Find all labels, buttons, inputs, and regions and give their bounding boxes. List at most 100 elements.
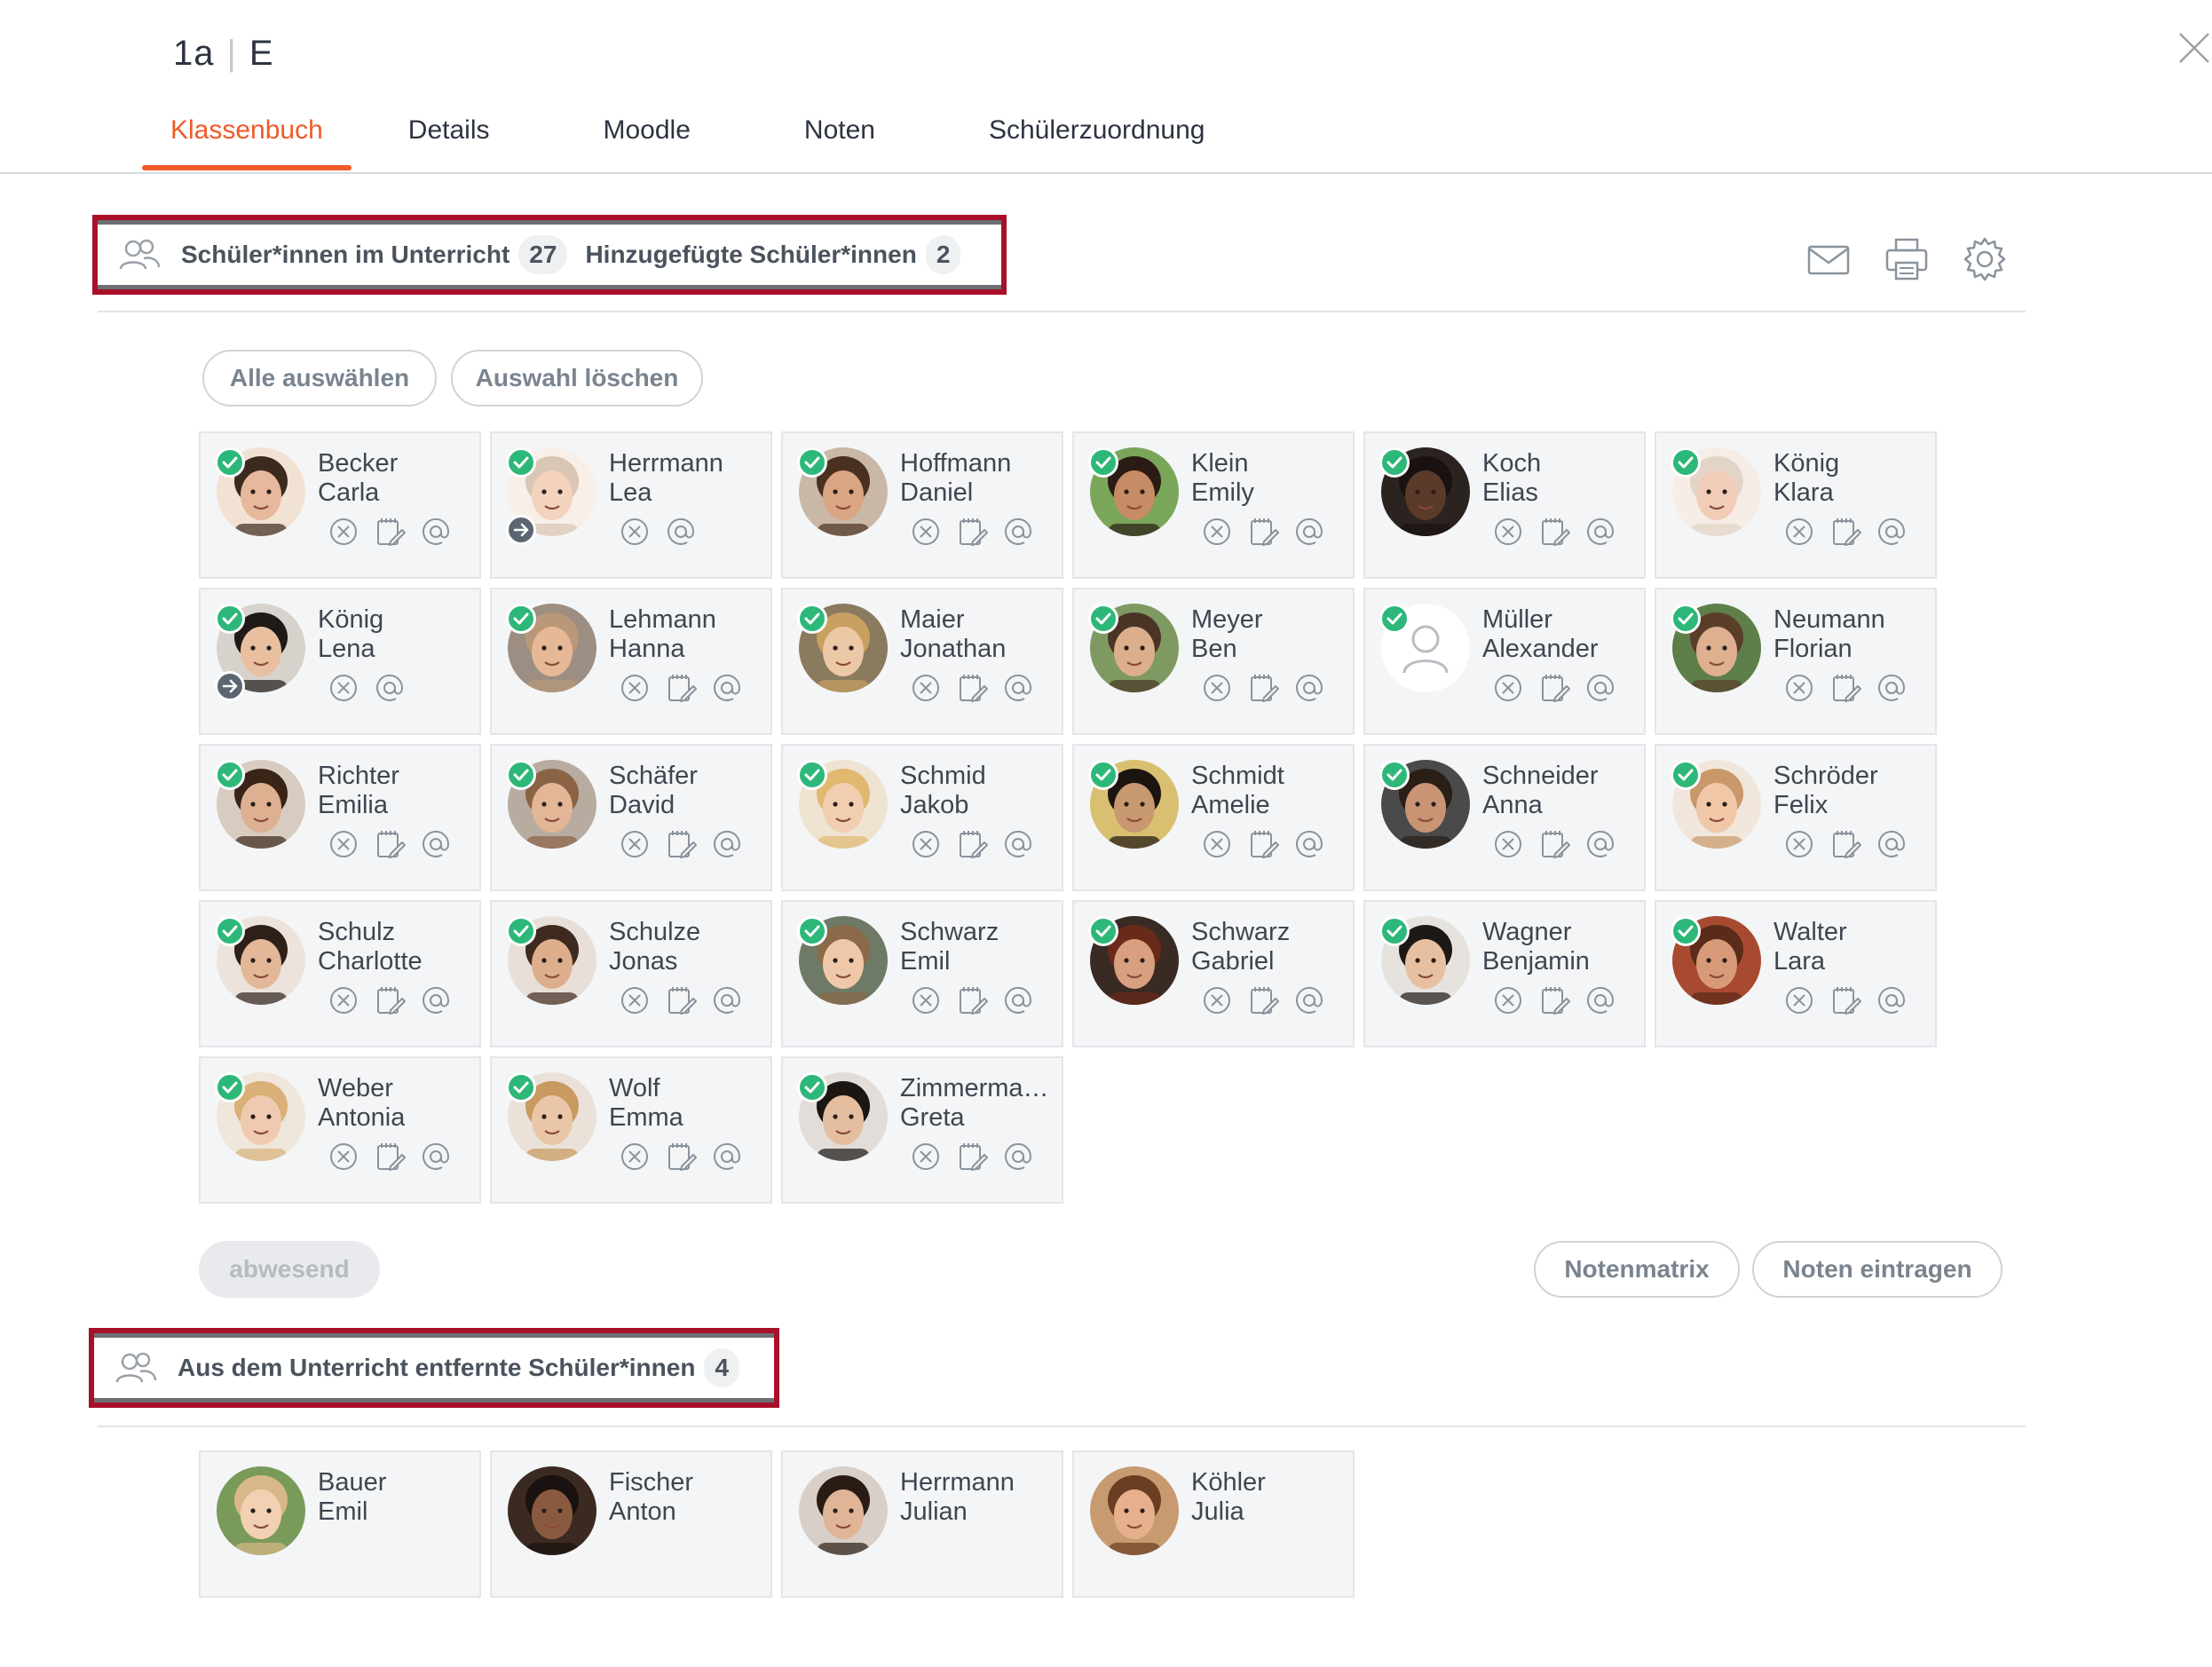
check-icon[interactable] — [797, 447, 827, 478]
notebook-edit-icon[interactable] — [1246, 515, 1280, 549]
check-icon[interactable] — [215, 760, 245, 790]
notebook-edit-icon[interactable] — [373, 515, 407, 549]
check-icon[interactable] — [1088, 916, 1118, 946]
student-card[interactable]: Schmidt Amelie — [1072, 744, 1355, 891]
close-icon[interactable] — [2176, 30, 2212, 66]
email-at-icon[interactable] — [1875, 515, 1908, 549]
select-all-button[interactable]: Alle auswählen — [202, 350, 437, 407]
student-card[interactable]: König Klara — [1655, 431, 1937, 579]
student-card[interactable]: Herrmann Lea — [490, 431, 772, 579]
check-icon[interactable] — [506, 1072, 536, 1102]
check-icon[interactable] — [1671, 760, 1701, 790]
check-icon[interactable] — [1088, 604, 1118, 634]
absent-icon[interactable] — [1782, 671, 1816, 705]
added-students-label[interactable]: Hinzugefügte Schüler*innen — [585, 241, 916, 269]
tab-noten[interactable]: Noten — [776, 115, 904, 170]
student-card[interactable]: Schäfer David — [490, 744, 772, 891]
student-card[interactable]: Hoffmann Daniel — [781, 431, 1063, 579]
notebook-edit-icon[interactable] — [955, 984, 989, 1017]
student-card[interactable]: Maier Jonathan — [781, 588, 1063, 735]
student-card[interactable]: Schmid Jakob — [781, 744, 1063, 891]
absent-icon[interactable] — [1782, 827, 1816, 861]
notebook-edit-icon[interactable] — [955, 1140, 989, 1173]
notebook-edit-icon[interactable] — [1537, 515, 1571, 549]
check-icon[interactable] — [1671, 447, 1701, 478]
student-card[interactable]: Fischer Anton — [490, 1450, 772, 1598]
email-at-icon[interactable] — [1584, 515, 1617, 549]
student-card[interactable]: Wagner Benjamin — [1363, 900, 1646, 1047]
check-icon[interactable] — [215, 916, 245, 946]
email-at-icon[interactable] — [1292, 515, 1326, 549]
absent-icon[interactable] — [1491, 984, 1525, 1017]
notebook-edit-icon[interactable] — [373, 1140, 407, 1173]
absent-icon[interactable] — [1782, 984, 1816, 1017]
student-card[interactable]: Lehmann Hanna — [490, 588, 772, 735]
check-icon[interactable] — [506, 760, 536, 790]
student-card[interactable]: Schneider Anna — [1363, 744, 1646, 891]
notebook-edit-icon[interactable] — [1246, 827, 1280, 861]
check-icon[interactable] — [797, 916, 827, 946]
email-at-icon[interactable] — [1875, 984, 1908, 1017]
clear-selection-button[interactable]: Auswahl löschen — [451, 350, 703, 407]
email-at-icon[interactable] — [1875, 827, 1908, 861]
email-at-icon[interactable] — [419, 984, 453, 1017]
notebook-edit-icon[interactable] — [1537, 984, 1571, 1017]
check-icon[interactable] — [506, 447, 536, 478]
email-at-icon[interactable] — [1292, 984, 1326, 1017]
absent-icon[interactable] — [327, 515, 360, 549]
absent-button[interactable]: abwesend — [199, 1241, 380, 1298]
grade-matrix-button[interactable]: Notenmatrix — [1534, 1241, 1740, 1298]
notebook-edit-icon[interactable] — [664, 827, 698, 861]
student-card[interactable]: Bauer Emil — [199, 1450, 481, 1598]
student-card[interactable]: Schwarz Emil — [781, 900, 1063, 1047]
student-card[interactable]: Zimmerma… Greta — [781, 1056, 1063, 1204]
email-at-icon[interactable] — [664, 515, 698, 549]
notebook-edit-icon[interactable] — [1246, 671, 1280, 705]
student-card[interactable]: Schulz Charlotte — [199, 900, 481, 1047]
notebook-edit-icon[interactable] — [664, 671, 698, 705]
check-icon[interactable] — [1379, 916, 1410, 946]
absent-icon[interactable] — [618, 1140, 652, 1173]
absent-icon[interactable] — [1782, 515, 1816, 549]
notebook-edit-icon[interactable] — [1829, 671, 1862, 705]
notebook-edit-icon[interactable] — [1829, 984, 1862, 1017]
notebook-edit-icon[interactable] — [1537, 671, 1571, 705]
notebook-edit-icon[interactable] — [955, 827, 989, 861]
notebook-edit-icon[interactable] — [664, 1140, 698, 1173]
student-card[interactable]: Meyer Ben — [1072, 588, 1355, 735]
email-at-icon[interactable] — [1001, 515, 1035, 549]
check-icon[interactable] — [797, 604, 827, 634]
email-at-icon[interactable] — [1584, 671, 1617, 705]
email-at-icon[interactable] — [419, 515, 453, 549]
email-at-icon[interactable] — [419, 827, 453, 861]
student-card[interactable]: Müller Alexander — [1363, 588, 1646, 735]
student-card[interactable]: Becker Carla — [199, 431, 481, 579]
tab-sch-lerzuordnung[interactable]: Schülerzuordnung — [960, 115, 1234, 170]
email-at-icon[interactable] — [373, 671, 407, 705]
absent-icon[interactable] — [909, 515, 943, 549]
notebook-edit-icon[interactable] — [664, 984, 698, 1017]
notebook-edit-icon[interactable] — [1829, 827, 1862, 861]
email-at-icon[interactable] — [1001, 1140, 1035, 1173]
email-at-icon[interactable] — [1292, 671, 1326, 705]
student-card[interactable]: Koch Elias — [1363, 431, 1646, 579]
check-icon[interactable] — [215, 604, 245, 634]
email-at-icon[interactable] — [1001, 984, 1035, 1017]
email-at-icon[interactable] — [710, 1140, 744, 1173]
tab-klassenbuch[interactable]: Klassenbuch — [142, 115, 352, 170]
email-at-icon[interactable] — [710, 827, 744, 861]
check-icon[interactable] — [797, 760, 827, 790]
check-icon[interactable] — [1671, 916, 1701, 946]
student-card[interactable]: Neumann Florian — [1655, 588, 1937, 735]
notebook-edit-icon[interactable] — [1246, 984, 1280, 1017]
student-card[interactable]: Schwarz Gabriel — [1072, 900, 1355, 1047]
check-icon[interactable] — [506, 916, 536, 946]
check-icon[interactable] — [1088, 760, 1118, 790]
settings-icon[interactable] — [1962, 236, 2008, 282]
student-card[interactable]: Klein Emily — [1072, 431, 1355, 579]
email-at-icon[interactable] — [1001, 671, 1035, 705]
absent-icon[interactable] — [1200, 984, 1234, 1017]
check-icon[interactable] — [1088, 447, 1118, 478]
email-at-icon[interactable] — [1292, 827, 1326, 861]
absent-icon[interactable] — [618, 984, 652, 1017]
